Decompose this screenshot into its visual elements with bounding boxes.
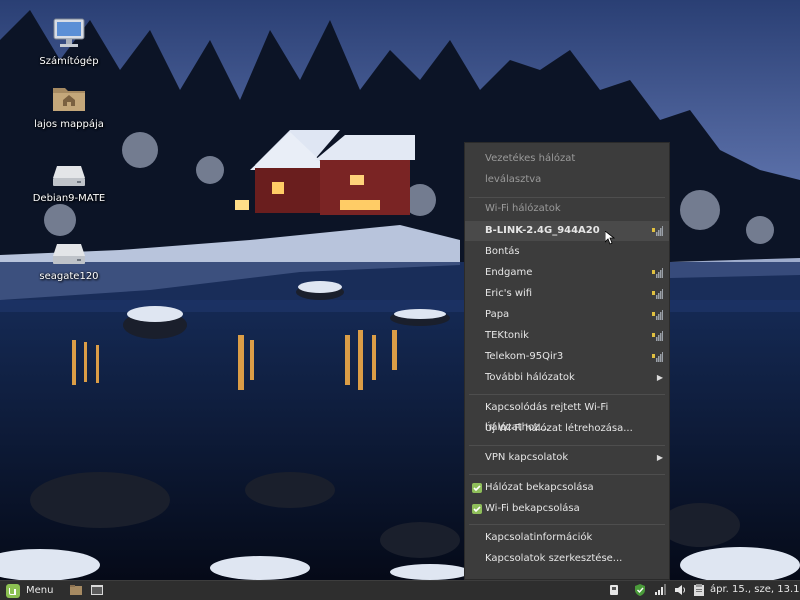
wifi-network-item[interactable]: Papa bbox=[465, 305, 669, 325]
chevron-right-icon: ▶ bbox=[656, 373, 663, 382]
enable-wifi-label: Wi-Fi bekapcsolása bbox=[485, 503, 580, 514]
wifi-networks-header: Wi-Fi hálózatok bbox=[485, 203, 561, 214]
edit-connections-item[interactable]: Kapcsolatok szerkesztése... bbox=[465, 549, 669, 569]
computer-icon bbox=[53, 18, 85, 47]
wifi-signal-lock-icon bbox=[652, 310, 663, 320]
file-manager-launcher-icon[interactable] bbox=[69, 583, 83, 597]
wifi-network-name: Papa bbox=[485, 309, 510, 320]
disconnect-label: Bontás bbox=[485, 246, 520, 257]
enable-wifi-toggle[interactable]: Wi-Fi bekapcsolása bbox=[465, 499, 669, 519]
more-networks-label: További hálózatok bbox=[485, 372, 575, 383]
wifi-network-item-active[interactable]: B-LINK-2.4G_944A20 bbox=[465, 221, 669, 241]
wifi-network-name: Eric's wifi bbox=[485, 288, 533, 299]
wifi-signal-lock-icon bbox=[652, 289, 663, 299]
clipboard-tray-icon[interactable] bbox=[692, 583, 706, 597]
desktop-icon-computer[interactable]: Számítógép bbox=[9, 15, 129, 67]
desktop-icon-label: seagate120 bbox=[39, 271, 99, 282]
volume-icon[interactable] bbox=[673, 583, 687, 597]
connect-hidden-wifi-item[interactable]: Kapcsolódás rejtett Wi-Fi hálózathoz... bbox=[465, 398, 669, 433]
menu-separator bbox=[469, 394, 665, 395]
terminal-launcher-icon[interactable] bbox=[90, 583, 104, 597]
wifi-signal-lock-icon bbox=[652, 331, 663, 341]
wifi-signal-lock-icon bbox=[652, 352, 663, 362]
clock[interactable]: ápr. 15., sze, 13.10 bbox=[710, 584, 800, 595]
wifi-network-item[interactable]: Eric's wifi bbox=[465, 284, 669, 304]
create-new-wifi-item[interactable]: Új Wi-Fi hálózat létrehozása... bbox=[465, 419, 669, 439]
wifi-network-name: Endgame bbox=[485, 267, 533, 278]
checkbox-checked-icon bbox=[472, 504, 482, 514]
desktop-icon-home-folder[interactable]: lajos mappája bbox=[9, 82, 129, 130]
wifi-signal-lock-icon bbox=[652, 268, 663, 278]
drive-icon bbox=[53, 166, 85, 186]
desktop-icon-drive-seagate[interactable]: seagate120 bbox=[9, 242, 129, 282]
wifi-network-item[interactable]: Telekom-95Qir3 bbox=[465, 347, 669, 367]
wifi-network-name: TEKtonik bbox=[485, 330, 529, 341]
checkbox-checked-icon bbox=[472, 483, 482, 493]
wifi-network-name: Telekom-95Qir3 bbox=[485, 351, 564, 362]
main-menu-label: Menu bbox=[26, 585, 54, 596]
menu-separator bbox=[469, 445, 665, 446]
taskbar: Menu ápr. 15., sze, 13.10 bbox=[0, 580, 800, 600]
desktop-icon-label: Debian9-MATE bbox=[32, 193, 106, 204]
connection-info-item[interactable]: Kapcsolatinformációk bbox=[465, 528, 669, 548]
mouse-pointer-icon bbox=[605, 231, 615, 245]
menu-separator bbox=[469, 474, 665, 475]
wifi-network-name: B-LINK-2.4G_944A20 bbox=[485, 225, 600, 236]
enable-networking-toggle[interactable]: Hálózat bekapcsolása bbox=[465, 478, 669, 498]
update-shield-icon[interactable] bbox=[633, 583, 647, 597]
wifi-signal-lock-icon bbox=[652, 226, 663, 236]
disconnect-item[interactable]: Bontás bbox=[465, 242, 669, 262]
desktop-icon-label: lajos mappája bbox=[34, 119, 104, 130]
wired-network-header: Vezetékes hálózat bbox=[485, 153, 576, 164]
network-wifi-tray-icon[interactable] bbox=[653, 583, 667, 597]
desktop-icon-label: Számítógép bbox=[39, 56, 99, 67]
more-networks-submenu[interactable]: További hálózatok ▶ bbox=[465, 368, 669, 388]
vpn-connections-submenu[interactable]: VPN kapcsolatok ▶ bbox=[465, 448, 669, 468]
chevron-right-icon: ▶ bbox=[656, 453, 663, 462]
wired-network-status: leválasztva bbox=[485, 174, 542, 185]
vpn-connections-label: VPN kapcsolatok bbox=[485, 452, 569, 463]
network-menu: Vezetékes hálózat leválasztva Wi-Fi háló… bbox=[464, 142, 670, 580]
wifi-network-item[interactable]: TEKtonik bbox=[465, 326, 669, 346]
wifi-network-item[interactable]: Endgame bbox=[465, 263, 669, 283]
enable-networking-label: Hálózat bekapcsolása bbox=[485, 482, 594, 493]
home-folder-icon bbox=[53, 88, 85, 111]
main-menu-button[interactable]: Menu bbox=[2, 582, 60, 600]
mint-logo-icon bbox=[6, 584, 20, 598]
desktop-icon-drive-debian[interactable]: Debian9-MATE bbox=[9, 164, 129, 204]
menu-separator bbox=[469, 197, 665, 198]
menu-separator bbox=[469, 524, 665, 525]
removable-drive-tray-icon[interactable] bbox=[607, 583, 621, 597]
drive-icon bbox=[53, 244, 85, 264]
